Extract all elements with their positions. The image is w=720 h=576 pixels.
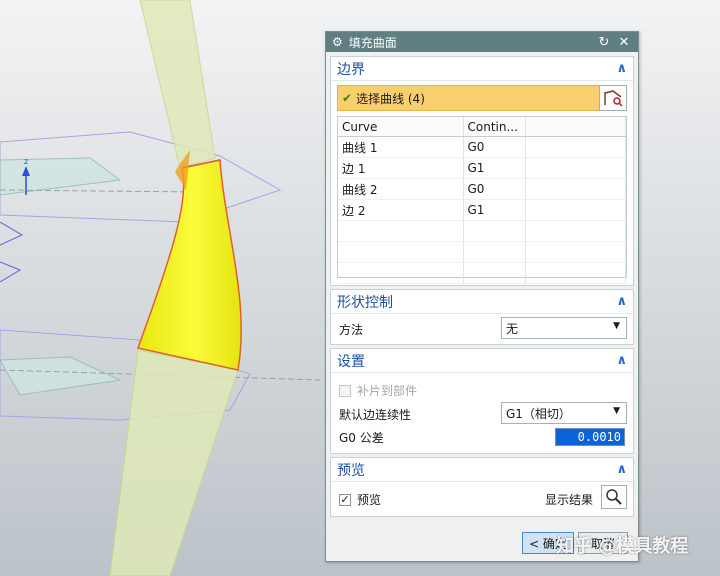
preview-checkbox[interactable]: ✓ <box>339 493 351 506</box>
cell-curve: 边 1 <box>338 157 464 179</box>
cell-contin: G0 <box>463 136 526 158</box>
svg-text:z: z <box>24 157 28 166</box>
boundary-curve-table[interactable]: Curve Contin... 曲线 1 G0 边 1 G1 曲线 2 G0 边… <box>337 116 627 284</box>
fill-surface-dialog: ⚙ 填充曲面 ↻ ✕ 边界 ∧ ✔ 选择曲线 (4) Curve Contin.… <box>325 31 639 562</box>
preview-label: 预览 <box>357 493 382 507</box>
table-row[interactable]: 曲线 1 G0 <box>338 136 626 158</box>
cell-contin: G1 <box>463 199 526 221</box>
section-boundary-header: 边界 <box>337 61 365 78</box>
close-icon[interactable]: ✕ <box>616 35 632 50</box>
gear-icon[interactable]: ⚙ <box>332 35 343 49</box>
patch-to-part-checkbox <box>339 384 351 397</box>
column-header-empty <box>525 117 626 137</box>
select-curves-label: 选择曲线 (4) <box>356 91 425 106</box>
preview-row[interactable]: ✓ 预览 <box>339 491 381 508</box>
dialog-title: 填充曲面 <box>348 35 397 50</box>
reset-icon[interactable]: ↻ <box>596 35 612 50</box>
section-shape-control-header: 形状控制 <box>337 294 393 311</box>
cell-curve: 曲线 2 <box>338 178 464 200</box>
cell-empty <box>525 199 626 221</box>
table-row-empty <box>338 220 626 242</box>
column-header-curve[interactable]: Curve <box>338 117 464 137</box>
patch-to-part-label: 补片到部件 <box>357 384 418 398</box>
table-row-empty <box>338 262 626 284</box>
column-header-contin[interactable]: Contin... <box>463 117 526 137</box>
show-result-button[interactable] <box>601 485 627 509</box>
g0-tolerance-input[interactable]: 0.0010 <box>555 428 625 446</box>
chevron-down-icon: ▼ <box>613 321 620 331</box>
table-row[interactable]: 曲线 2 G0 <box>338 178 626 200</box>
table-header-row: Curve Contin... <box>338 117 626 137</box>
patch-to-part-row: 补片到部件 <box>339 382 417 399</box>
magnifier-icon <box>606 489 622 505</box>
g0-tolerance-label: G0 公差 <box>339 431 384 445</box>
cell-empty <box>525 136 626 158</box>
section-settings-header: 设置 <box>337 353 365 370</box>
cell-curve: 边 2 <box>338 199 464 221</box>
method-label: 方法 <box>339 323 364 337</box>
dialog-titlebar[interactable]: ⚙ 填充曲面 ↻ ✕ <box>326 32 638 52</box>
curve-selection-icon[interactable] <box>599 85 627 111</box>
table-row[interactable]: 边 2 G1 <box>338 199 626 221</box>
collapse-chevron-icon[interactable]: ∧ <box>616 61 627 76</box>
section-shape-control: 形状控制 ∧ 方法 无 ▼ <box>330 289 634 345</box>
table-row-empty <box>338 241 626 263</box>
cell-empty <box>525 178 626 200</box>
default-edge-label: 默认边连续性 <box>339 408 412 422</box>
cell-contin: G1 <box>463 157 526 179</box>
cell-contin: G0 <box>463 178 526 200</box>
section-boundary: 边界 ∧ ✔ 选择曲线 (4) Curve Contin... 曲线 1 G0 … <box>330 56 634 286</box>
cell-empty <box>525 157 626 179</box>
checkmark-icon: ✔ <box>342 91 353 105</box>
default-edge-dropdown[interactable]: G1（相切） ▼ <box>501 402 627 424</box>
collapse-chevron-icon[interactable]: ∧ <box>616 294 627 309</box>
chevron-down-icon: ▼ <box>613 406 620 416</box>
show-result-label: 显示结果 <box>545 493 594 507</box>
select-curves-row[interactable]: ✔ 选择曲线 (4) <box>337 85 627 111</box>
collapse-chevron-icon[interactable]: ∧ <box>616 353 627 368</box>
cell-curve: 曲线 1 <box>338 136 464 158</box>
section-preview-header: 预览 <box>337 462 365 479</box>
method-dropdown[interactable]: 无 ▼ <box>501 317 627 339</box>
method-value: 无 <box>506 321 519 336</box>
collapse-chevron-icon[interactable]: ∧ <box>616 462 627 477</box>
section-preview: 预览 ∧ ✓ 预览 显示结果 <box>330 457 634 517</box>
section-settings: 设置 ∧ 补片到部件 默认边连续性 G1（相切） ▼ G0 公差 0.0010 <box>330 348 634 454</box>
watermark-text: 知乎 @模具教程 <box>556 536 689 557</box>
table-row[interactable]: 边 1 G1 <box>338 157 626 179</box>
default-edge-value: G1（相切） <box>506 406 571 421</box>
